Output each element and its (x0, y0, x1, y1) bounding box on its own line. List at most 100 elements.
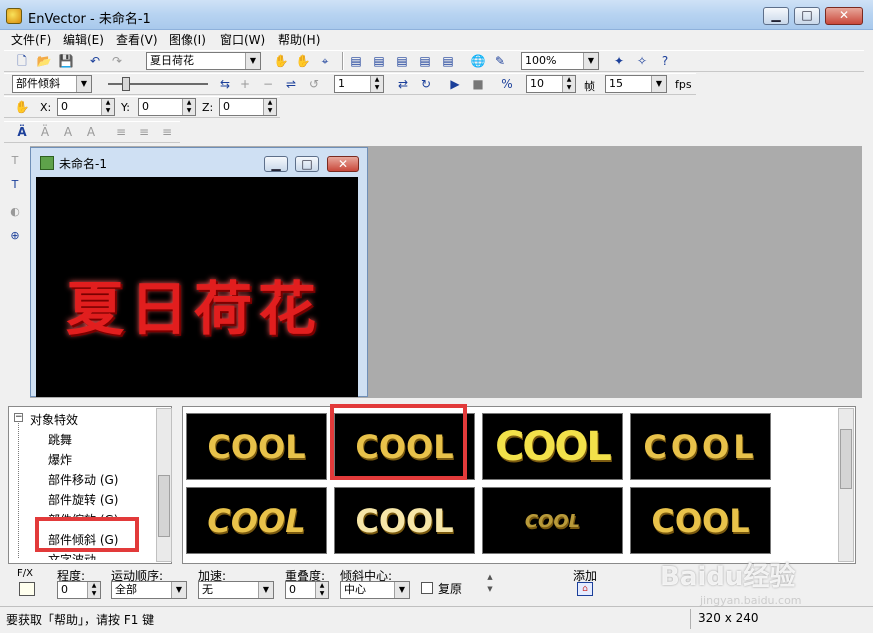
swap-icon[interactable]: ⇌ (282, 75, 300, 93)
edit-doc-icon[interactable]: ✎ (491, 52, 509, 70)
zoom-combo[interactable]: 100% ▼ (521, 52, 599, 70)
timeline-slider[interactable] (102, 75, 214, 93)
x-spin[interactable]: 0 ▲ ▼ (57, 98, 115, 116)
spin-arrows-icon[interactable]: ▲ ▼ (370, 76, 383, 92)
center-combo[interactable]: 中心 ▼ (340, 581, 410, 599)
tree-root[interactable]: 对象特效 (30, 411, 78, 428)
position-tool-icon[interactable]: ✋ (13, 98, 31, 116)
help-pointer-icon[interactable]: ? (656, 52, 674, 70)
frames-icon[interactable]: ⇆ (216, 75, 234, 93)
repeat-icon[interactable]: ↻ (417, 75, 435, 93)
menu-file[interactable]: 文件(F) (11, 31, 51, 48)
remove-keyframe-icon[interactable]: − (259, 75, 277, 93)
tree-item-part-rotate[interactable]: 部件旋转 (G) (48, 491, 118, 508)
effect-combo[interactable]: 部件倾斜 ▼ (12, 75, 92, 93)
hand-icon[interactable]: ✋ (272, 52, 290, 70)
close-button[interactable]: ✕ (825, 7, 863, 25)
doc-close-button[interactable]: ✕ (327, 156, 359, 172)
text-raise-icon[interactable]: A (59, 123, 77, 141)
degree-spin[interactable]: 0 ▲ ▼ (57, 581, 101, 599)
text-spacing-icon[interactable]: Ä (13, 123, 31, 141)
tree-item-part-move[interactable]: 部件移动 (G) (48, 471, 118, 488)
spin-arrows-icon[interactable]: ▲ ▼ (101, 99, 114, 115)
text-kerning-icon[interactable]: Ä (36, 123, 54, 141)
save-icon[interactable]: 💾 (57, 52, 75, 70)
step-spin[interactable]: 10 ▲ ▼ (526, 75, 576, 93)
spin-arrows-icon[interactable]: ▲ ▼ (182, 99, 195, 115)
gallery-highlight-box (330, 404, 467, 480)
text-box-icon[interactable]: T (5, 154, 25, 172)
layer-view-1-icon[interactable]: ▤ (347, 52, 365, 70)
maximize-button[interactable]: □ (794, 7, 820, 25)
loop-icon[interactable]: ↺ (305, 75, 323, 93)
effect-a-icon[interactable]: ✦ (610, 52, 628, 70)
fps-combo[interactable]: 15 ▼ (605, 75, 667, 93)
shape-tool-icon[interactable]: ◐ (5, 205, 25, 223)
tree-scroll-thumb[interactable] (158, 475, 170, 537)
align-right-icon[interactable]: ≡ (158, 123, 176, 141)
stop-icon[interactable]: ■ (469, 75, 487, 93)
gallery-scrollbar[interactable] (838, 408, 854, 562)
target-icon[interactable]: ⌖ (316, 52, 334, 70)
preview-text: 夏日荷花 (66, 275, 323, 343)
text-select-icon[interactable]: T (5, 178, 25, 196)
undo-icon[interactable]: ↶ (86, 52, 104, 70)
overlap-spin[interactable]: 0 ▲ ▼ (285, 581, 329, 599)
accel-combo[interactable]: 无 ▼ (198, 581, 274, 599)
globe-icon[interactable]: 🌐 (469, 52, 487, 70)
menu-help[interactable]: 帮助(H) (278, 31, 320, 48)
menu-window[interactable]: 窗口(W) (220, 31, 265, 48)
props-scroll-arrows[interactable]: ▲ ▼ (485, 571, 495, 595)
text-combo[interactable]: 夏日荷花 ▼ (146, 52, 261, 70)
spin-arrows-icon[interactable]: ▲ ▼ (87, 582, 100, 598)
effect-thumb-6[interactable]: COOL (334, 487, 475, 554)
add-effect-icon[interactable]: ⌂ (577, 582, 593, 596)
play-icon[interactable]: ▶ (446, 75, 464, 93)
zoom-select-icon[interactable]: ⊕ (5, 229, 25, 247)
tree-item-dance[interactable]: 跳舞 (48, 431, 72, 448)
spin-arrows-icon[interactable]: ▲ ▼ (263, 99, 276, 115)
restore-checkbox[interactable] (421, 582, 433, 594)
chevron-down-icon: ▼ (171, 582, 186, 598)
effect-thumb-8[interactable]: COOL (630, 487, 771, 554)
spin-arrows-icon[interactable]: ▲ ▼ (562, 76, 575, 92)
y-spin[interactable]: 0 ▲ ▼ (138, 98, 196, 116)
text-lower-icon[interactable]: A (82, 123, 100, 141)
bounce-icon[interactable]: ⇄ (394, 75, 412, 93)
minimize-button[interactable]: ▁ (763, 7, 789, 25)
align-left-icon[interactable]: ≡ (112, 123, 130, 141)
slider-thumb[interactable] (122, 77, 130, 91)
effect-thumb-1[interactable]: COOL (186, 413, 327, 480)
doc-minimize-button[interactable]: ▁ (264, 156, 288, 172)
effect-b-icon[interactable]: ✧ (633, 52, 651, 70)
tree-scrollbar[interactable] (156, 408, 172, 562)
redo-icon[interactable]: ↷ (108, 52, 126, 70)
menu-edit[interactable]: 编辑(E) (63, 31, 104, 48)
effect-thumb-5[interactable]: COOL (186, 487, 327, 554)
fx-icon[interactable] (19, 582, 35, 596)
tree-item-text-wave[interactable]: 文字波动 (48, 551, 96, 560)
layer-view-4-icon[interactable]: ▤ (416, 52, 434, 70)
add-keyframe-icon[interactable]: + (236, 75, 254, 93)
menu-image[interactable]: 图像(I) (169, 31, 206, 48)
new-file-icon[interactable]: 🗋 (13, 52, 31, 70)
align-center-icon[interactable]: ≡ (135, 123, 153, 141)
rotate-hand-icon[interactable]: ✋ (294, 52, 312, 70)
menu-view[interactable]: 查看(V) (116, 31, 158, 48)
effect-thumb-3[interactable]: COOL (482, 413, 623, 480)
speed-icon[interactable]: % (498, 75, 516, 93)
layer-view-3-icon[interactable]: ▤ (393, 52, 411, 70)
effect-thumb-4[interactable]: COOL (630, 413, 771, 480)
open-folder-icon[interactable]: 📂 (35, 52, 53, 70)
collapse-icon[interactable]: − (14, 413, 23, 422)
tree-item-explode[interactable]: 爆炸 (48, 451, 72, 468)
spin-arrows-icon[interactable]: ▲ ▼ (315, 582, 328, 598)
order-combo[interactable]: 全部 ▼ (111, 581, 187, 599)
layer-view-2-icon[interactable]: ▤ (370, 52, 388, 70)
layer-view-5-icon[interactable]: ▤ (439, 52, 457, 70)
doc-maximize-button[interactable]: □ (295, 156, 319, 172)
frame-spin[interactable]: 1 ▲ ▼ (334, 75, 384, 93)
effect-thumb-7[interactable]: COOL (482, 487, 623, 554)
gallery-scroll-thumb[interactable] (840, 429, 852, 489)
z-spin[interactable]: 0 ▲ ▼ (219, 98, 277, 116)
